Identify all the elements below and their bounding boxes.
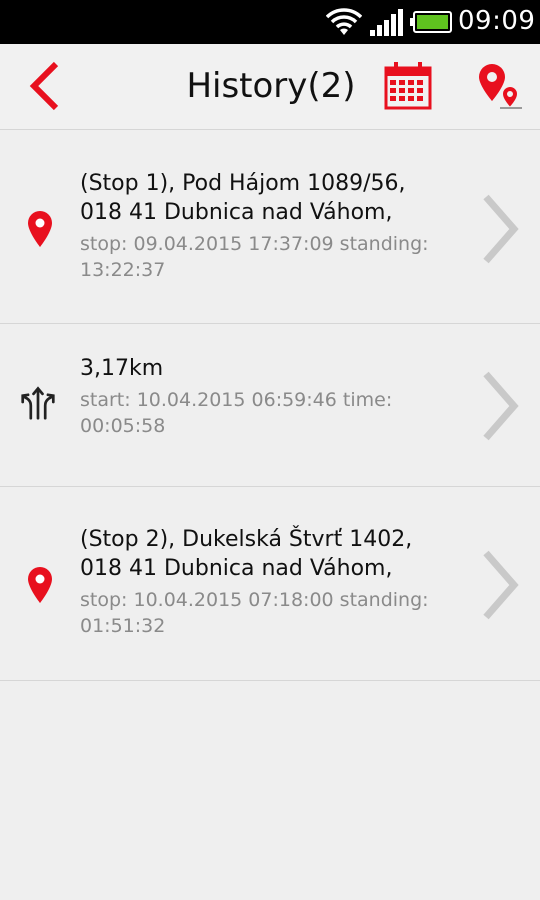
list-item[interactable]: 3,17km start: 10.04.2015 06:59:46 time: … xyxy=(0,324,540,487)
stop-address-line2: 018 41 Dubnica nad Váhom, xyxy=(80,556,393,581)
map-pins-button[interactable] xyxy=(470,58,526,114)
stop-address-line1: (Stop 2), Dukelská Štvrť 1402, xyxy=(80,527,413,552)
chevron-right-icon xyxy=(483,194,519,264)
route-arrows-icon xyxy=(21,386,55,420)
map-pin-icon xyxy=(28,567,52,603)
wifi-icon xyxy=(326,8,362,35)
battery-icon xyxy=(410,11,452,33)
map-pin-icon xyxy=(28,211,52,247)
list-item[interactable]: (Stop 1), Pod Hájom 1089/56, 018 41 Dubn… xyxy=(0,131,540,324)
stop-detail-line2: 13:22:37 xyxy=(80,259,166,281)
calendar-button[interactable] xyxy=(380,58,436,114)
chevron-right-icon xyxy=(483,371,519,441)
stop-detail-line1: stop: 09.04.2015 17:37:09 standing: xyxy=(80,233,429,255)
status-bar: 09:09 xyxy=(0,0,540,44)
trip-distance: 3,17km xyxy=(80,356,164,381)
app-header: History(2) xyxy=(0,44,540,130)
list-item[interactable]: (Stop 2), Dukelská Štvrť 1402, 018 41 Du… xyxy=(0,487,540,681)
stop-detail-line2: 01:51:32 xyxy=(80,615,166,637)
trip-detail-line1: start: 10.04.2015 06:59:46 time: xyxy=(80,389,393,411)
status-clock: 09:09 xyxy=(458,6,536,36)
stop-detail-line1: stop: 10.04.2015 07:18:00 standing: xyxy=(80,589,429,611)
stop-address-line1: (Stop 1), Pod Hájom 1089/56, xyxy=(80,171,406,196)
page-title: History(2) xyxy=(186,66,356,106)
trip-detail-line2: 00:05:58 xyxy=(80,415,166,437)
signal-icon xyxy=(370,9,403,36)
chevron-right-icon xyxy=(483,550,519,620)
history-list: (Stop 1), Pod Hájom 1089/56, 018 41 Dubn… xyxy=(0,131,540,681)
stop-address-line2: 018 41 Dubnica nad Váhom, xyxy=(80,200,393,225)
